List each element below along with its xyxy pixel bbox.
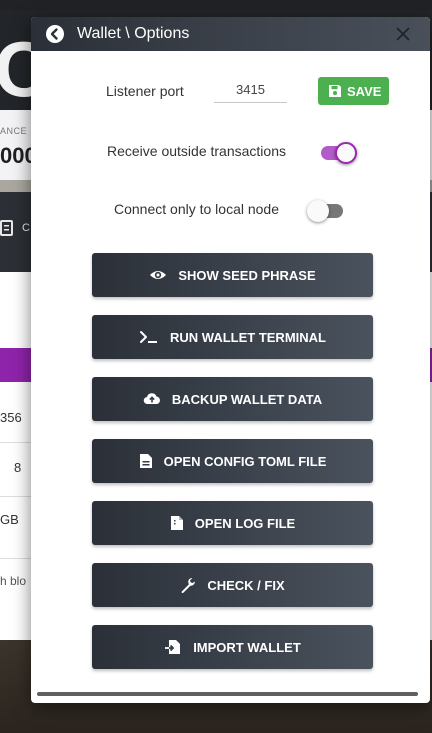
cloud-upload-icon bbox=[143, 391, 161, 407]
floppy-disk-icon bbox=[329, 85, 341, 97]
open-log-file-label: OPEN LOG FILE bbox=[194, 515, 296, 531]
file-text-icon bbox=[139, 453, 153, 469]
wrench-icon bbox=[180, 577, 196, 593]
check-fix-button[interactable]: CHECK / FIX bbox=[92, 563, 373, 607]
backup-wallet-data-button[interactable]: BACKUP WALLET DATA bbox=[92, 377, 373, 421]
import-wallet-label: IMPORT WALLET bbox=[193, 639, 301, 655]
horizontal-scrollbar[interactable] bbox=[37, 692, 418, 696]
import-wallet-button[interactable]: IMPORT WALLET bbox=[92, 625, 373, 669]
local-node-toggle[interactable] bbox=[307, 200, 345, 222]
listener-port-label: Listener port bbox=[106, 83, 184, 99]
dialog-title: Wallet \ Options bbox=[77, 25, 190, 42]
show-seed-phrase-button[interactable]: SHOW SEED PHRASE bbox=[92, 253, 373, 297]
close-icon[interactable] bbox=[395, 26, 411, 42]
listener-port-input[interactable] bbox=[214, 77, 287, 103]
back-icon[interactable] bbox=[46, 25, 64, 43]
toolbar-label: C bbox=[22, 222, 30, 234]
wallet-options-dialog: Wallet \ Options Listener port SAVE Rece… bbox=[31, 17, 430, 703]
local-node-label: Connect only to local node bbox=[114, 201, 279, 217]
receive-outside-label: Receive outside transactions bbox=[107, 143, 286, 159]
file-import-icon bbox=[164, 639, 182, 655]
eye-icon bbox=[149, 267, 167, 283]
open-log-file-button[interactable]: OPEN LOG FILE bbox=[92, 501, 373, 545]
toggle-knob bbox=[335, 142, 357, 164]
save-button-label: SAVE bbox=[347, 84, 382, 99]
open-config-toml-button[interactable]: OPEN CONFIG TOML FILE bbox=[92, 439, 373, 483]
terminal-icon bbox=[139, 329, 159, 345]
balance-label: ANCE bbox=[0, 126, 28, 136]
check-fix-label: CHECK / FIX bbox=[207, 577, 285, 593]
save-button[interactable]: SAVE bbox=[318, 77, 389, 105]
open-config-toml-label: OPEN CONFIG TOML FILE bbox=[163, 453, 327, 469]
show-seed-phrase-label: SHOW SEED PHRASE bbox=[178, 267, 316, 283]
dialog-header: Wallet \ Options bbox=[31, 17, 430, 51]
toggle-knob bbox=[307, 200, 329, 222]
file-icon bbox=[170, 515, 184, 531]
document-icon bbox=[0, 220, 13, 236]
receive-outside-toggle[interactable] bbox=[321, 142, 357, 164]
run-wallet-terminal-button[interactable]: RUN WALLET TERMINAL bbox=[92, 315, 373, 359]
top-strip bbox=[0, 0, 432, 10]
backup-wallet-data-label: BACKUP WALLET DATA bbox=[171, 391, 323, 407]
run-wallet-terminal-label: RUN WALLET TERMINAL bbox=[170, 329, 326, 345]
